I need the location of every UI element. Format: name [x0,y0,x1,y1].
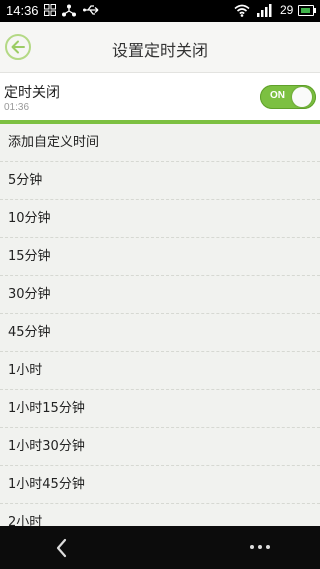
option-1-hour-30-minutes[interactable]: 1小时30分钟 [0,428,320,466]
status-bar: 14:36 29 [0,0,320,22]
more-dot-icon [258,545,262,549]
option-custom-time[interactable]: 添加自定义时间 [0,124,320,162]
option-45-minutes[interactable]: 45分钟 [0,314,320,352]
chevron-left-icon [56,538,67,558]
nav-back-button[interactable] [52,536,72,560]
battery-cap [314,8,316,13]
wifi-icon [234,4,250,20]
option-1-hour[interactable]: 1小时 [0,352,320,390]
navigation-bar [0,526,320,569]
option-30-minutes[interactable]: 30分钟 [0,276,320,314]
more-options-button[interactable] [248,544,272,552]
more-dot-icon [266,545,270,549]
battery-percentage: 29 [280,3,294,17]
grid-icon [44,4,56,19]
timer-toggle-row: 定时关闭 01:36 ON [0,72,320,120]
option-1-hour-45-minutes[interactable]: 1小时45分钟 [0,466,320,504]
more-dot-icon [250,545,254,549]
timer-option-list: 添加自定义时间 5分钟 10分钟 15分钟 30分钟 45分钟 1小时 1小时1… [0,124,320,542]
option-1-hour-15-minutes[interactable]: 1小时15分钟 [0,390,320,428]
battery-icon [298,5,314,16]
timer-label: 定时关闭 [4,85,60,101]
option-10-minutes[interactable]: 10分钟 [0,200,320,238]
toggle-knob [292,87,312,107]
screen: 14:36 29 设置定时关闭 定时关闭 01:36 ON 添加自定义时间 5分… [0,0,320,569]
title-bar: 设置定时关闭 [0,22,320,72]
share-icon [62,4,76,20]
timer-remaining: 01:36 [4,102,30,113]
timer-toggle-switch[interactable]: ON [260,85,316,109]
status-time: 14:36 [6,3,39,18]
toggle-state-label: ON [270,90,285,101]
usb-icon [83,4,101,19]
option-15-minutes[interactable]: 15分钟 [0,238,320,276]
option-5-minutes[interactable]: 5分钟 [0,162,320,200]
page-title: 设置定时关闭 [111,41,208,60]
signal-icon [255,4,273,20]
